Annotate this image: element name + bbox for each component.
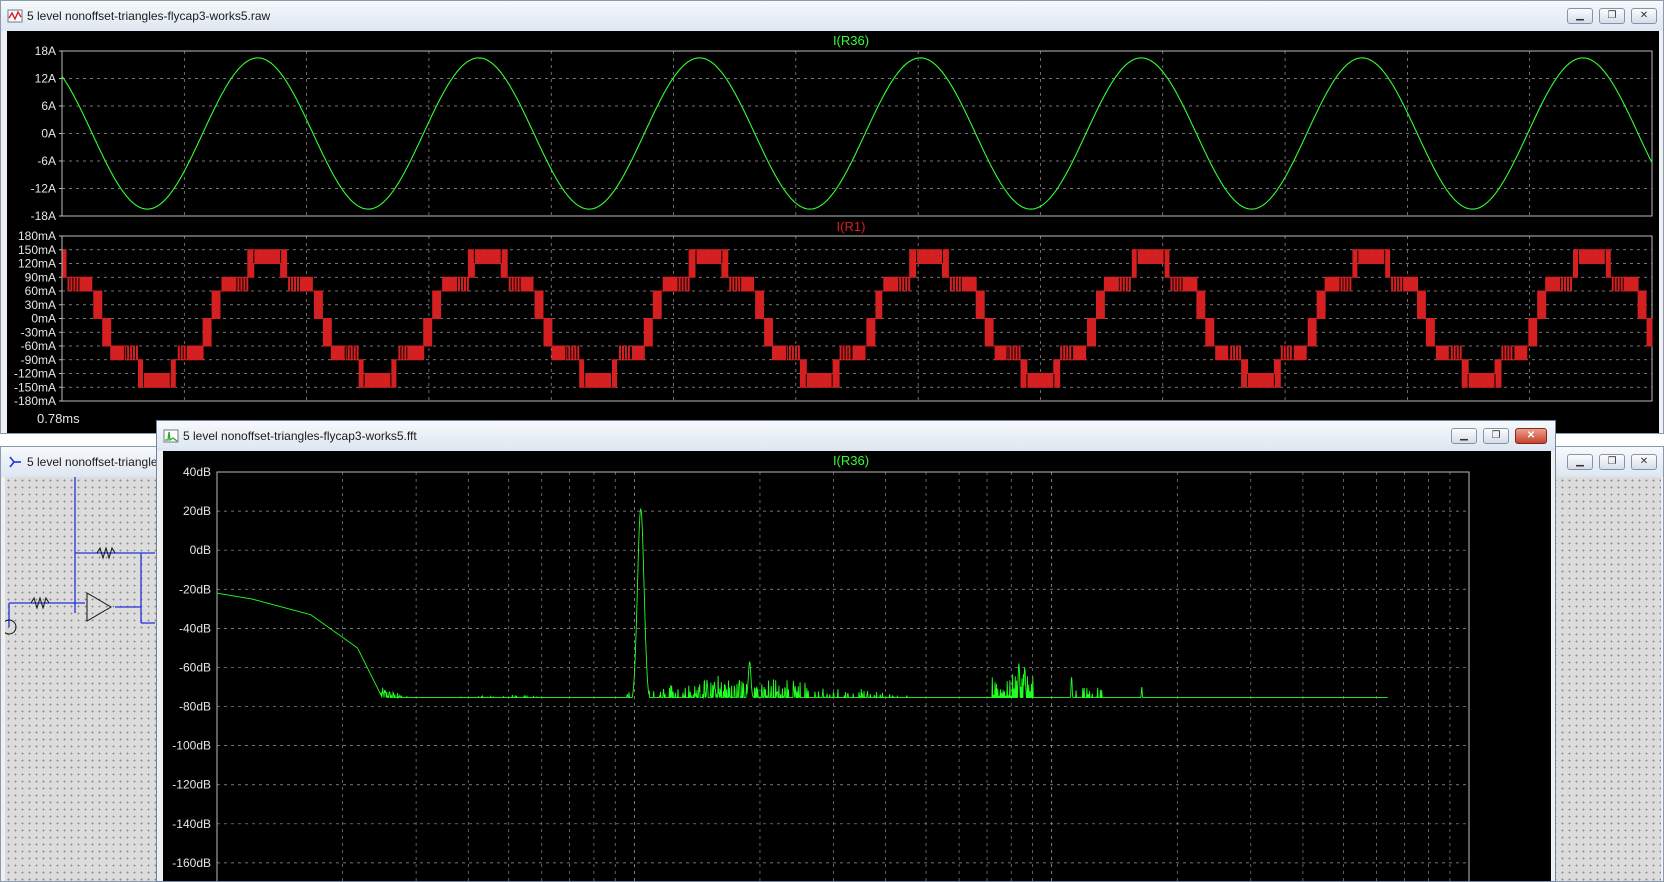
y-tick-label: 30mA (25, 298, 56, 312)
fft-plot-title: I(R36) (833, 453, 869, 468)
fft-gridlines (216, 471, 1469, 881)
y-tick-label: 60mA (25, 284, 56, 298)
raw-close-button[interactable]: ✕ (1631, 8, 1657, 24)
plot2-y-tick-labels: 180mA150mA120mA90mA60mA30mA0mA-30mA-60mA… (14, 229, 62, 408)
plot1-gridlines (62, 51, 1652, 216)
plot2-gridlines (62, 236, 1652, 401)
fft-plot-frame (216, 471, 1470, 881)
plot1-title: I(R36) (833, 33, 869, 48)
y-tick-label: -120mA (14, 367, 56, 381)
fft-window[interactable]: 5 level nonoffset-triangles-flycap3-work… (156, 420, 1556, 882)
y-tick-label: 0mA (31, 312, 56, 326)
fft-trace-i-r36[interactable] (216, 507, 1388, 700)
y-tick-label: 6A (41, 99, 56, 113)
y-tick-label: 18A (35, 44, 56, 58)
schematic-minimize-button[interactable]: ▁ (1567, 454, 1593, 470)
y-tick-label: 150mA (18, 243, 56, 257)
fft-y-tick-label: -160dB (172, 856, 211, 870)
y-tick-label: -150mA (14, 380, 56, 394)
raw-plot-area[interactable]: I(R36) 18A 12A 6A 0A -6A -12A -18A I(R1) 180mA… (7, 31, 1659, 434)
y-tick-label: 90mA (25, 270, 56, 284)
schematic-window-title: 5 level nonoffset-triangle (27, 455, 158, 469)
fft-y-tick-label: -20dB (179, 582, 211, 596)
fft-y-tick-label: 20dB (183, 504, 211, 518)
fft-minimize-button[interactable]: ▁ (1451, 428, 1477, 444)
y-tick-label: -12A (31, 182, 56, 196)
fft-y-tick-label: -100dB (172, 739, 211, 753)
y-tick-label: 0A (41, 127, 56, 141)
y-tick-label: -90mA (21, 353, 56, 367)
fft-spectrum-plot[interactable]: I(R36) 40dB 20dB 0dB -20dB -40dB -60dB -80dB -1… (163, 451, 1551, 882)
raw-window-title: 5 level nonoffset-triangles-flycap3-work… (27, 9, 271, 23)
raw-waveform-window[interactable]: 5 level nonoffset-triangles-flycap3-work… (0, 0, 1664, 434)
y-tick-label: -60mA (21, 339, 56, 353)
fft-y-tick-label: -140dB (172, 817, 211, 831)
fft-y-tick-label: -80dB (179, 700, 211, 714)
fft-plot-area[interactable]: I(R36) 40dB 20dB 0dB -20dB -40dB -60dB -80dB -1… (163, 451, 1551, 882)
y-tick-label: -30mA (21, 325, 56, 339)
fft-y-tick-labels: 40dB 20dB 0dB -20dB -40dB -60dB -80dB -100dB -12… (172, 465, 211, 870)
y-tick-label: -18A (31, 209, 56, 223)
plot1-y-tick-labels: 18A 12A 6A 0A -6A -12A -18A (31, 44, 62, 223)
x-axis-start-label: 0.78ms (37, 411, 80, 426)
fft-close-button[interactable]: ✕ (1515, 428, 1547, 444)
y-tick-label: 12A (35, 72, 56, 86)
fft-window-title: 5 level nonoffset-triangles-flycap3-work… (183, 429, 417, 443)
fft-window-titlebar[interactable]: 5 level nonoffset-triangles-flycap3-work… (157, 421, 1555, 451)
fft-y-tick-label: -120dB (172, 778, 211, 792)
schematic-close-button[interactable]: ✕ (1631, 454, 1657, 470)
ltspice-waveform-icon (7, 9, 23, 23)
raw-waveform-plots[interactable]: I(R36) 18A 12A 6A 0A -6A -12A -18A I(R1) 180mA… (7, 31, 1659, 434)
ltspice-fft-icon (163, 429, 179, 443)
y-tick-label: -180mA (14, 394, 56, 408)
raw-minimize-button[interactable]: ▁ (1567, 8, 1593, 24)
y-tick-label: 180mA (18, 229, 56, 243)
fft-restore-button[interactable]: ❐ (1483, 428, 1509, 444)
fft-y-tick-label: -60dB (179, 660, 211, 674)
fft-y-tick-label: 0dB (190, 543, 211, 557)
fft-y-tick-label: -40dB (179, 621, 211, 635)
raw-window-titlebar[interactable]: 5 level nonoffset-triangles-flycap3-work… (1, 1, 1663, 31)
plot2-title: I(R1) (837, 219, 866, 234)
fft-y-tick-label: 40dB (183, 465, 211, 479)
schematic-restore-button[interactable]: ❐ (1599, 454, 1625, 470)
ltspice-schematic-icon (9, 456, 21, 468)
y-tick-label: 120mA (18, 257, 56, 271)
raw-restore-button[interactable]: ❐ (1599, 8, 1625, 24)
y-tick-label: -6A (37, 154, 56, 168)
